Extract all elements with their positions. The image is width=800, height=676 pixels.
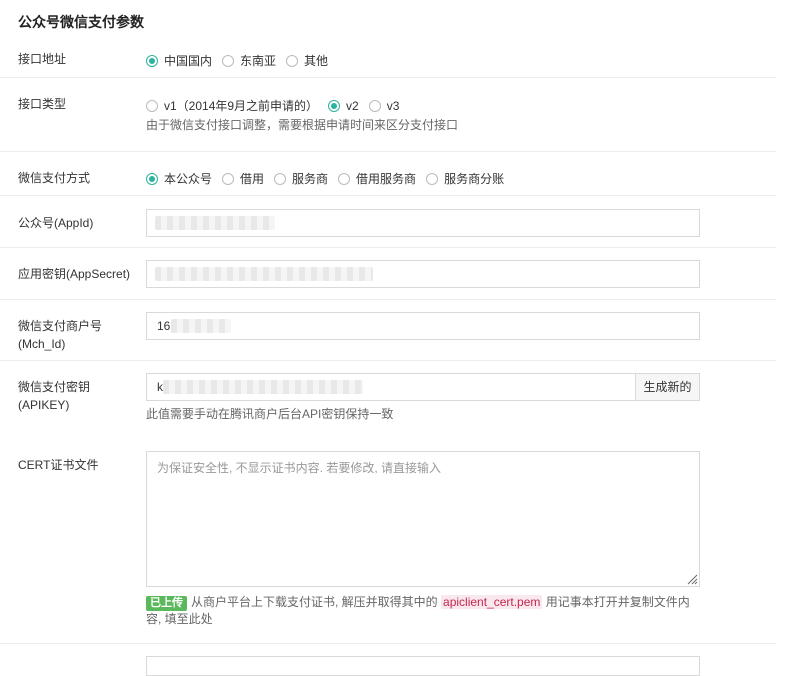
interface-address-radio-0[interactable]: 中国国内 [146,52,212,69]
interface-type-radio-2[interactable]: v3 [368,98,400,113]
row-cert: CERT证书文件 已上传从商户平台上下载支付证书, 解压并取得其中的 apicl… [0,439,776,644]
row-interface-address: 接口地址 中国国内 东南亚 其他 [0,40,776,78]
interface-address-radio-label: 其他 [304,54,329,68]
mchid-label: 微信支付商户号 (Mch_Id) [18,319,103,351]
interface-type-label: 接口类型 [18,97,67,111]
interface-address-radio-2[interactable]: 其他 [286,52,328,69]
apikey-input[interactable]: k [146,373,636,401]
apikey-group: k 生成新的 [146,373,700,401]
interface-type-radios: v1（2014年9月之前申请的） v2 v3 [146,97,409,114]
pay-mode-radio-label: 服务商分账 [444,172,505,186]
uploaded-badge: 已上传 [146,596,187,611]
apikey-help: 此值需要手动在腾讯商户后台API密钥保持一致 [146,407,394,421]
page-title: 公众号微信支付参数 [18,14,144,30]
cert-label: CERT证书文件 [18,458,99,472]
radio-unchecked-icon [146,99,158,112]
interface-type-radio-0[interactable]: v1（2014年9月之前申请的） [146,97,318,114]
mchid-input[interactable]: 16 [146,312,700,340]
pay-mode-radio-label: 服务商 [292,172,329,186]
interface-address-label: 接口地址 [18,52,67,66]
interface-type-radio-1[interactable]: v2 [328,99,359,113]
cert-help: 已上传 从商户平台上下载支付证书, 解压并取得其中的 apiclient_cert… [146,595,690,626]
row-pay-mode: 微信支付方式 本公众号 借用 服务商 借用服务商 服务商分账 [0,152,776,196]
row-apikey: 微信支付密钥 (APIKEY) k 生成新的 此值需要手动在腾讯商户后台API密… [0,361,776,439]
generate-new-key-button[interactable]: 生成新的 [635,373,700,401]
radio-unchecked-icon [368,99,381,112]
masked-value [171,319,231,333]
cert-filename: apiclient_cert.pem [441,595,543,609]
appsecret-input[interactable] [146,260,700,288]
interface-address-radios: 中国国内 东南亚 其他 [146,52,338,69]
next-field-input[interactable] [146,656,700,676]
interface-type-help: 由于微信支付接口调整，需要根据申请时间来区分支付接口 [146,118,459,132]
appid-label: 公众号(AppId) [18,216,94,230]
interface-type-radio-label: v3 [386,98,400,113]
pay-mode-radio-label: 借用服务商 [356,172,417,186]
pay-mode-radio-2[interactable]: 服务商 [274,170,328,187]
radio-unchecked-icon [286,54,299,67]
radio-unchecked-icon [274,172,287,185]
interface-address-radio-1[interactable]: 东南亚 [222,52,276,69]
pay-mode-radio-label: 本公众号 [164,172,213,186]
pay-mode-radio-4[interactable]: 服务商分账 [426,170,504,187]
masked-value [155,216,275,230]
row-mchid: 微信支付商户号 (Mch_Id) 16 [0,300,776,361]
pay-mode-radio-label: 借用 [240,172,265,186]
radio-unchecked-icon [222,54,235,67]
row-appid: 公众号(AppId) [0,196,776,248]
pay-mode-radio-3[interactable]: 借用服务商 [338,170,416,187]
interface-type-radio-label: v1（2014年9月之前申请的） [164,99,319,113]
pay-mode-radios: 本公众号 借用 服务商 借用服务商 服务商分账 [146,170,514,187]
pay-mode-radio-0[interactable]: 本公众号 [146,170,212,187]
appsecret-label: 应用密钥(AppSecret) [18,267,131,281]
interface-address-radio-label: 东南亚 [240,54,277,68]
radio-unchecked-icon [338,172,351,185]
interface-type-radio-label: v2 [346,98,359,113]
pay-mode-radio-1[interactable]: 借用 [222,170,264,187]
resize-grip-icon[interactable] [686,573,698,585]
interface-address-radio-label: 中国国内 [164,54,213,68]
radio-checked-icon [328,99,341,112]
radio-checked-icon [146,54,158,67]
radio-checked-icon [146,172,158,185]
radio-unchecked-icon [426,172,439,185]
row-appsecret: 应用密钥(AppSecret) [0,248,776,300]
masked-value [163,380,363,394]
apikey-label: 微信支付密钥 (APIKEY) [18,380,91,412]
pay-mode-label: 微信支付方式 [18,171,91,185]
appid-input[interactable] [146,209,700,237]
radio-unchecked-icon [222,172,235,185]
masked-value [155,267,373,281]
cert-textarea[interactable] [146,451,700,587]
row-interface-type: 接口类型 v1（2014年9月之前申请的） v2 v3 由于微信支付接口调整，需要根… [0,78,776,152]
